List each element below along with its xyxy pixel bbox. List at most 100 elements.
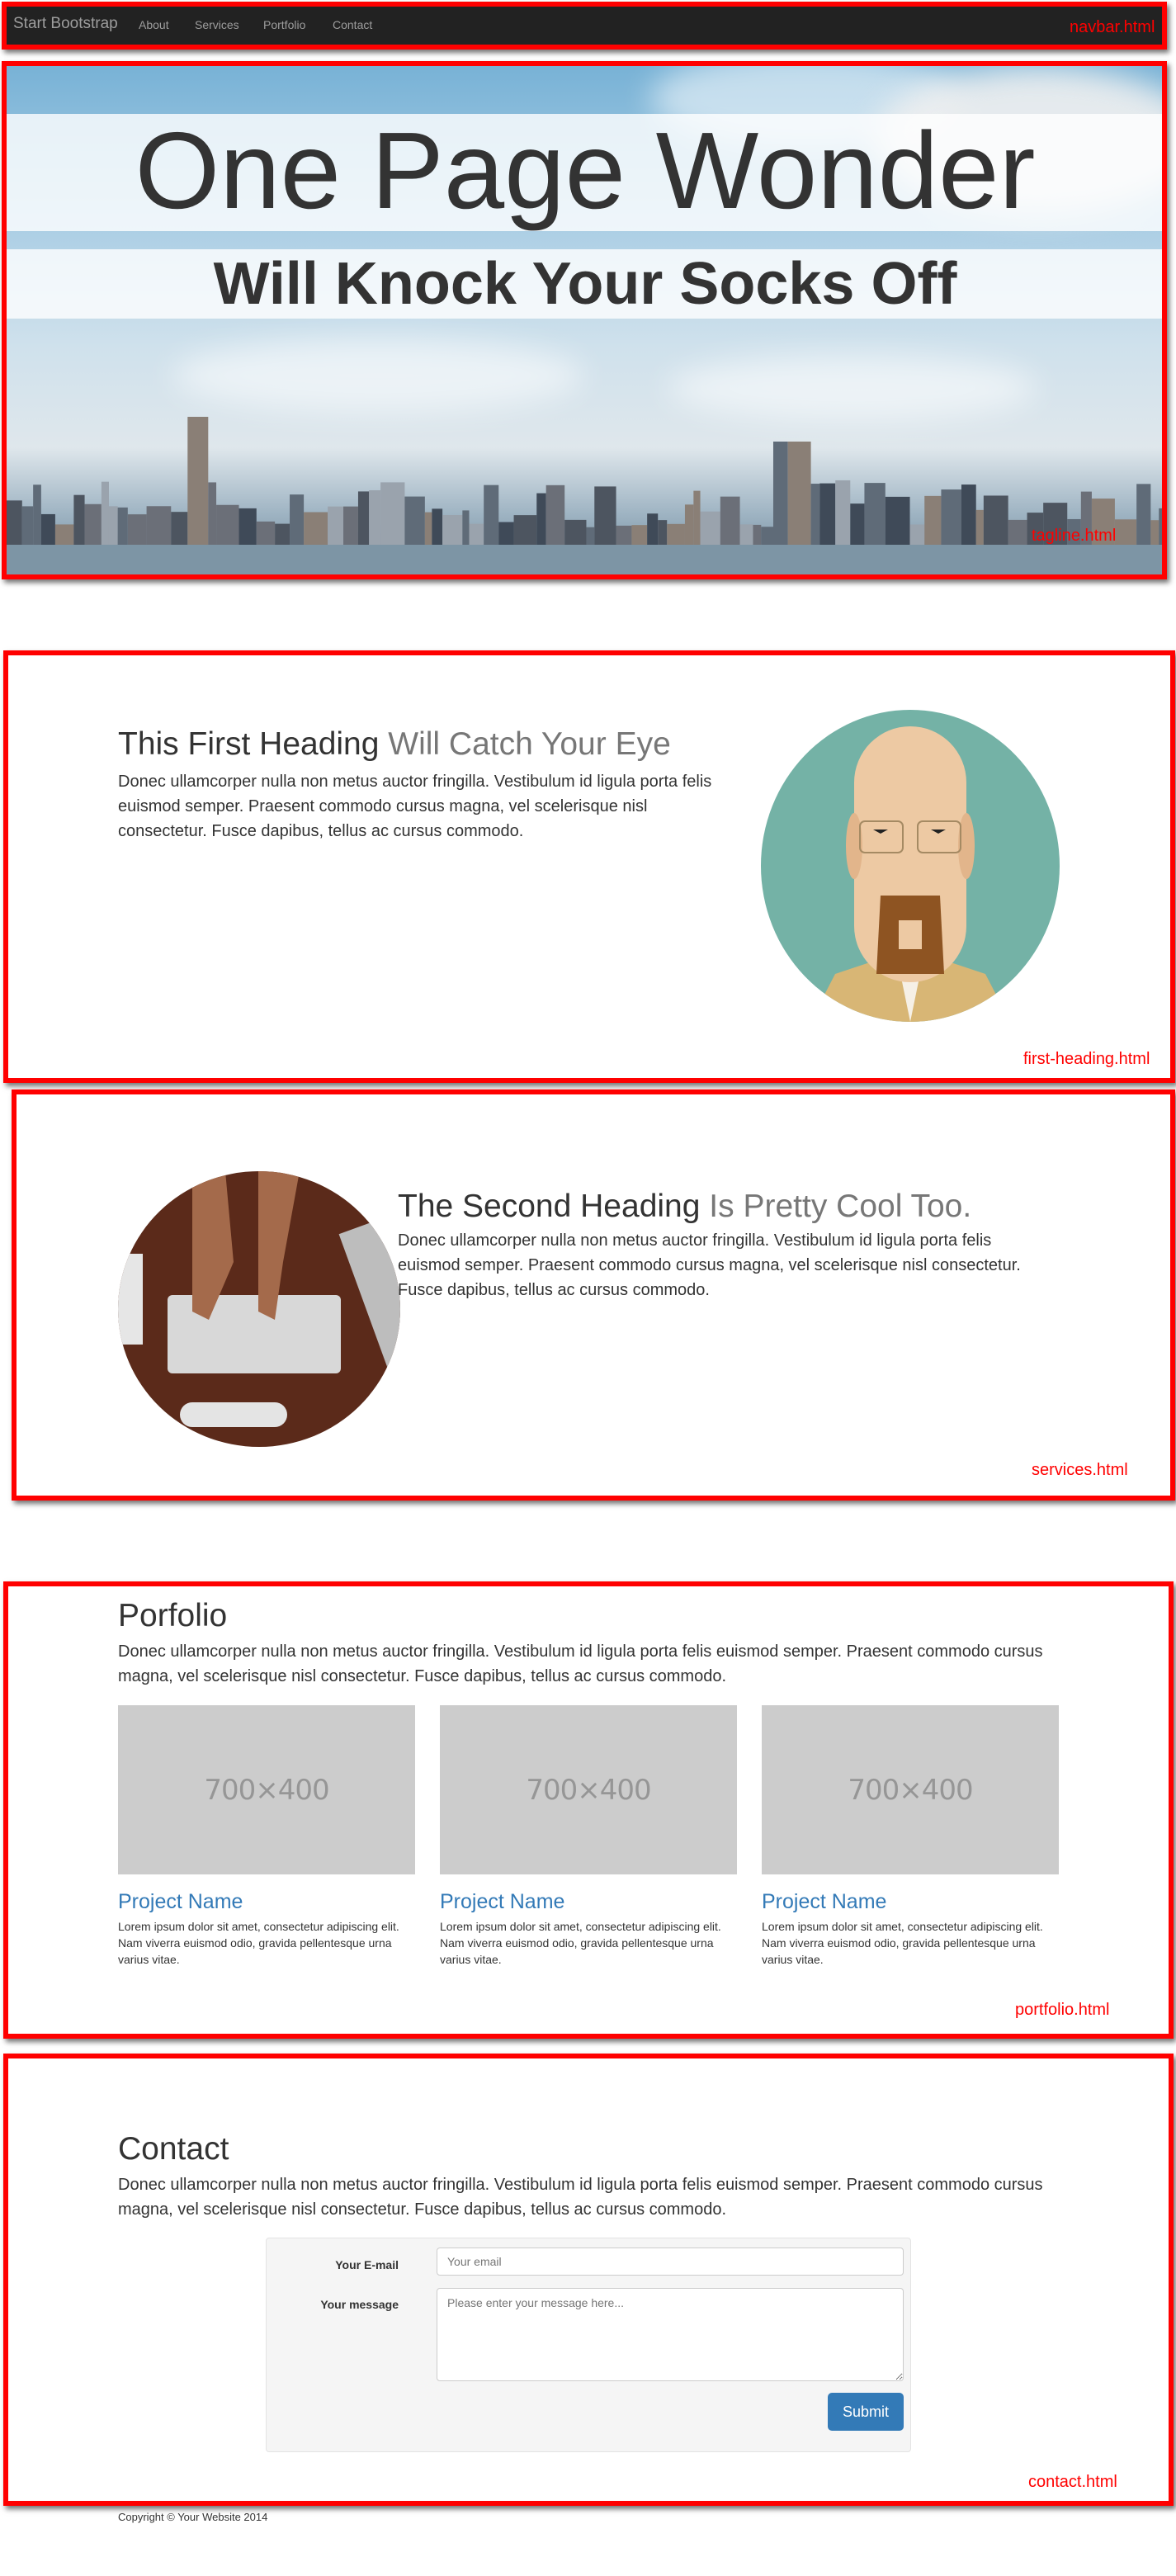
skyline-building [835, 480, 851, 549]
project-description: Lorem ipsum dolor sit amet, consectetur … [762, 1920, 1043, 1966]
skyline-building [941, 489, 961, 549]
nav-link-contact[interactable]: Contact [333, 18, 372, 31]
skyline-building [536, 493, 546, 549]
first-heading-section: This First Heading Will Catch Your Eye D… [0, 652, 1176, 1081]
skyline-building [328, 506, 344, 549]
skyline-building [484, 484, 499, 549]
skyline-building [564, 519, 587, 549]
keyboard-hands-image [118, 1171, 400, 1447]
skyline-building [1136, 484, 1151, 549]
footer-copyright: Copyright © Your Website 2014 [118, 2511, 268, 2523]
email-label: Your E-mail [335, 2258, 399, 2271]
heading-main: The Second Heading [398, 1189, 701, 1224]
skyline-building [187, 417, 209, 549]
first-heading: This First Heading Will Catch Your Eye [118, 726, 729, 763]
skyline-building [850, 503, 865, 549]
skyline-building [290, 494, 305, 549]
skyline-building [73, 494, 85, 549]
skyline-building [647, 513, 659, 549]
project-name-link[interactable]: Project Name [118, 1890, 243, 1914]
skyline-building [462, 510, 470, 549]
project-description: Lorem ipsum dolor sit amet, consectetur … [440, 1920, 721, 1966]
nav-link-services[interactable]: Services [195, 18, 239, 31]
skyline-building [684, 504, 694, 549]
skyline-building [885, 496, 910, 549]
skyline-building [700, 511, 720, 549]
annotation-label: navbar.html [1070, 18, 1155, 36]
portfolio-section: Porfolio Donec ullamcorper nulla non met… [0, 1585, 1176, 2037]
skyline-building [21, 506, 34, 549]
skyline-building [432, 508, 443, 549]
second-section-text: Donec ullamcorper nulla non metus auctor… [398, 1231, 1021, 1299]
skyline-building [424, 512, 432, 549]
skyline-building [127, 514, 147, 549]
skyline-building [304, 512, 328, 549]
message-label: Your message [320, 2298, 399, 2311]
annotation-label: first-heading.html [1023, 1050, 1150, 1068]
skyline-building [442, 514, 463, 549]
heading-muted: Will Catch Your Eye [388, 726, 671, 762]
annotation-label: tagline.html [1032, 527, 1117, 545]
navbar: Start Bootstrap About Services Portfolio… [7, 7, 1165, 45]
project-image-placeholder[interactable]: 700×400 [118, 1705, 415, 1874]
skyline-building [216, 504, 239, 549]
skyline-building [720, 496, 740, 549]
skyline-building [404, 496, 425, 549]
email-input[interactable] [437, 2248, 904, 2276]
skyline-building [7, 500, 22, 549]
project-image-placeholder[interactable]: 700×400 [762, 1705, 1059, 1874]
services-section: The Second Heading Is Pretty Cool Too. D… [13, 1091, 1176, 1499]
skyline-building [357, 491, 370, 549]
nav-link-about[interactable]: About [139, 18, 169, 31]
contact-heading: Contact [118, 2131, 229, 2167]
annotation-label: services.html [1032, 1461, 1128, 1479]
skyline-building [983, 495, 1008, 549]
skyline-building [146, 506, 172, 549]
skyline-building [117, 507, 128, 549]
first-section-text: Donec ullamcorper nulla non metus auctor… [118, 773, 712, 840]
skyline-building [772, 442, 788, 549]
message-textarea[interactable] [437, 2288, 904, 2381]
skyline-building [1114, 519, 1137, 549]
skyline-building [693, 490, 701, 549]
skyline-building [380, 482, 405, 549]
project-image-placeholder[interactable]: 700×400 [440, 1705, 737, 1874]
annotation-label: portfolio.html [1015, 2001, 1110, 2019]
skyline-building [787, 442, 811, 549]
skyline-building [810, 484, 820, 549]
skyline-building [108, 506, 118, 549]
skyline-building [961, 484, 976, 549]
skyline-building [819, 483, 836, 549]
skyline-building [1008, 519, 1027, 549]
skyline-building [33, 484, 41, 549]
contact-text: Donec ullamcorper nulla non metus auctor… [118, 2176, 1043, 2219]
portfolio-heading: Porfolio [118, 1598, 228, 1633]
skyline-building [208, 482, 217, 549]
skyline-building [171, 512, 188, 549]
skyline-building [513, 515, 537, 549]
skyline-building [101, 481, 109, 549]
second-heading: The Second Heading Is Pretty Cool Too. [398, 1189, 1058, 1225]
skyline-building [594, 486, 616, 549]
skyline-building [84, 503, 102, 549]
annotation-label: contact.html [1028, 2473, 1117, 2491]
skyline-building [369, 490, 381, 549]
portfolio-text: Donec ullamcorper nulla non metus auctor… [118, 1642, 1043, 1685]
heading-main: This First Heading [118, 726, 380, 762]
skyline-building [40, 513, 55, 549]
nav-link-portfolio[interactable]: Portfolio [263, 18, 305, 31]
submit-button[interactable]: Submit [828, 2393, 904, 2431]
skyline-building [545, 484, 565, 549]
navbar-brand[interactable]: Start Bootstrap [13, 15, 118, 33]
project-name-link[interactable]: Project Name [440, 1890, 564, 1914]
skyline-building [924, 495, 942, 549]
skyline-building [864, 483, 886, 549]
skyline-building [1159, 508, 1164, 549]
project-name-link[interactable]: Project Name [762, 1890, 886, 1914]
contact-form: Your E-mail Your message Submit [266, 2238, 911, 2452]
heading-muted: Is Pretty Cool Too. [709, 1189, 972, 1224]
skyline-building [239, 508, 257, 549]
skyline-building [343, 506, 358, 549]
project-description: Lorem ipsum dolor sit amet, consectetur … [118, 1920, 399, 1966]
skyline-building [658, 520, 668, 549]
